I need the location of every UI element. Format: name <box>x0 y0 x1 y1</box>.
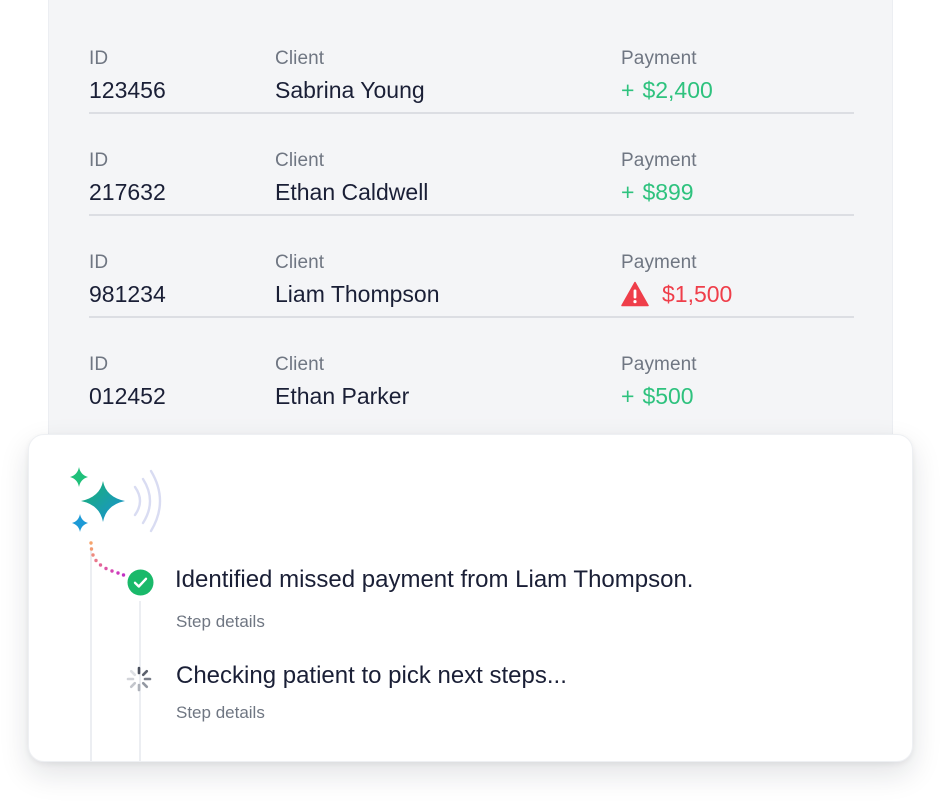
agent-activity-panel: Identified missed payment from Liam Thom… <box>28 434 913 762</box>
payments-table: ID 123456 Client Sabrina Young Payment +… <box>48 0 893 470</box>
amount-value: $899 <box>642 179 694 205</box>
payment-cell: Payment $1,500 <box>621 252 732 308</box>
payment-cell: Payment + $500 <box>621 354 697 410</box>
client-cell: Client Liam Thompson <box>275 252 440 308</box>
payment-amount: + $2,400 <box>621 76 713 104</box>
payment-cell: Payment + $2,400 <box>621 48 713 104</box>
id-label: ID <box>89 252 109 273</box>
table-row[interactable]: ID 981234 Client Liam Thompson Payment $… <box>89 216 854 318</box>
client-cell: Client Sabrina Young <box>275 48 425 104</box>
payment-cell: Payment + $899 <box>621 150 697 206</box>
id-cell: ID 123456 <box>89 48 166 104</box>
client-cell: Client Ethan Caldwell <box>275 150 428 206</box>
payment-amount: + $500 <box>621 382 697 410</box>
client-name: Ethan Caldwell <box>275 179 429 205</box>
spinner-icon <box>126 666 152 692</box>
id-label: ID <box>89 48 109 69</box>
payment-amount: $1,500 <box>621 280 732 308</box>
step-details-link[interactable]: Step details <box>176 611 265 633</box>
payment-label: Payment <box>621 252 697 273</box>
check-circle-icon <box>127 569 154 596</box>
step-title: Checking patient to pick next steps... <box>176 662 567 689</box>
client-label: Client <box>275 252 325 273</box>
id-value: 123456 <box>89 77 166 103</box>
payment-label: Payment <box>621 354 697 375</box>
plus-sign: + <box>621 179 635 205</box>
table-row[interactable]: ID 012452 Client Ethan Parker Payment + … <box>89 318 854 420</box>
plus-sign: + <box>621 77 635 103</box>
payment-label: Payment <box>621 150 697 171</box>
client-name: Ethan Parker <box>275 383 410 409</box>
amount-value: $2,400 <box>642 77 713 103</box>
id-value: 217632 <box>89 179 166 205</box>
client-name: Sabrina Young <box>275 77 425 103</box>
plus-sign: + <box>621 383 635 409</box>
warning-triangle-icon <box>621 281 649 307</box>
step-title: Identified missed payment from Liam Thom… <box>175 566 694 593</box>
id-value: 981234 <box>89 281 166 307</box>
amount-value: $500 <box>642 383 694 409</box>
payment-amount: + $899 <box>621 178 697 206</box>
amount-value: $1,500 <box>662 281 733 307</box>
client-cell: Client Ethan Parker <box>275 354 409 410</box>
table-row[interactable]: ID 217632 Client Ethan Caldwell Payment … <box>89 114 854 216</box>
client-label: Client <box>275 48 325 69</box>
client-label: Client <box>275 354 325 375</box>
table-row[interactable]: ID 123456 Client Sabrina Young Payment +… <box>89 12 854 114</box>
id-cell: ID 012452 <box>89 354 166 410</box>
step-details-link[interactable]: Step details <box>176 702 265 724</box>
id-value: 012452 <box>89 383 166 409</box>
client-label: Client <box>275 150 325 171</box>
id-label: ID <box>89 150 109 171</box>
client-name: Liam Thompson <box>275 281 440 307</box>
payment-label: Payment <box>621 48 697 69</box>
id-cell: ID 217632 <box>89 150 166 206</box>
id-label: ID <box>89 354 109 375</box>
id-cell: ID 981234 <box>89 252 166 308</box>
